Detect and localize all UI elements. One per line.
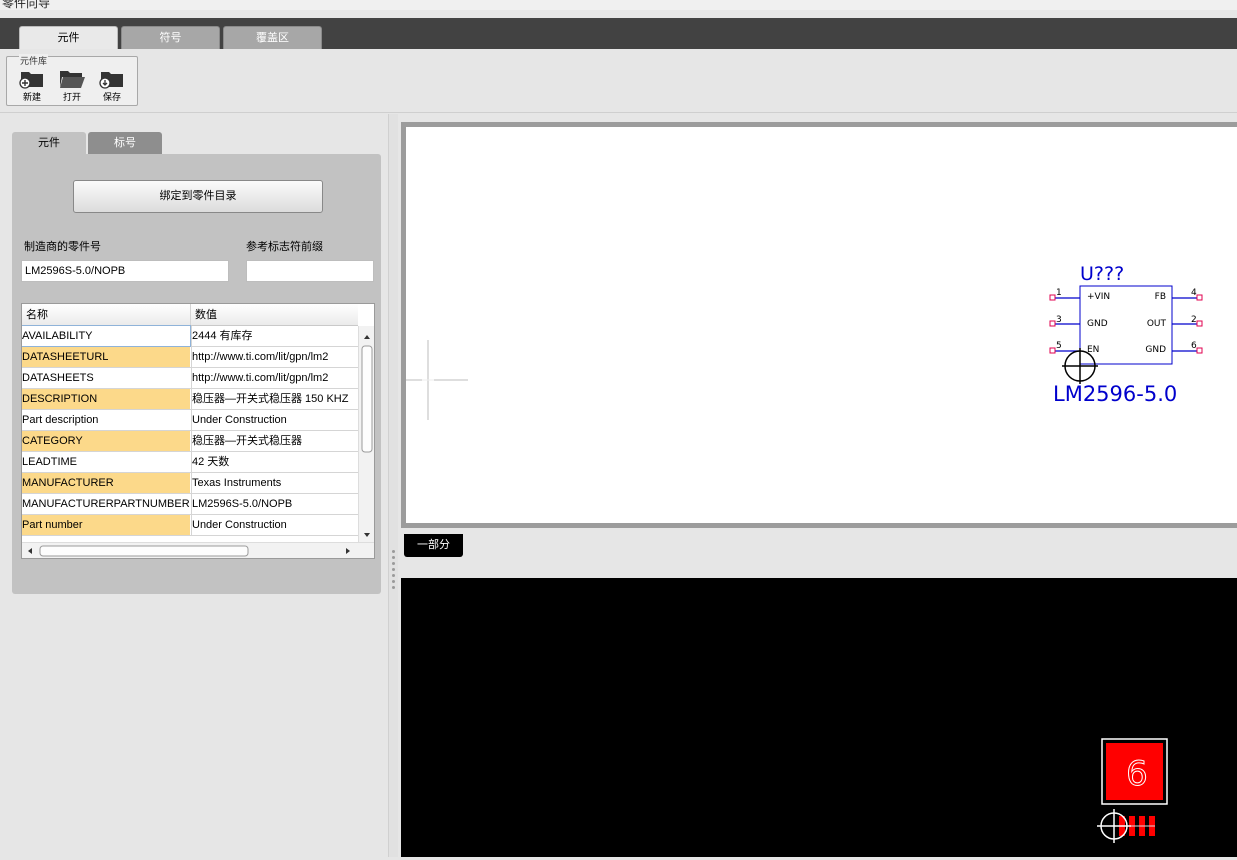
symbol-part-name: LM2596-5.0 xyxy=(1053,382,1177,406)
cell-value[interactable]: http://www.ti.com/lit/gpn/lm2 xyxy=(191,347,358,367)
ribbon-tab-component[interactable]: 元件 xyxy=(19,26,118,49)
open-folder-icon xyxy=(60,71,85,88)
cell-name[interactable]: MANUFACTURERPARTNUMBER xyxy=(22,494,190,514)
cell-value[interactable]: 稳压器—开关式稳压器 150 KHZ xyxy=(191,389,358,409)
pin-number: 6 xyxy=(1191,341,1197,351)
ribbon-body: 元件库 新建 打开 保存 xyxy=(0,49,1237,113)
scroll-up-icon xyxy=(364,335,370,339)
cell-value[interactable]: Texas Instruments xyxy=(191,473,358,493)
cell-name[interactable]: Part description xyxy=(22,410,190,430)
cell-value[interactable]: 42 天数 xyxy=(191,452,358,472)
pin-number: 5 xyxy=(1056,341,1062,351)
window-title: 零件向导 xyxy=(2,0,51,10)
mfr-part-input[interactable]: LM2596S-5.0/NOPB xyxy=(21,260,229,282)
table-row[interactable]: Part description Under Construction xyxy=(22,410,358,431)
cell-name[interactable]: MANUFACTURER xyxy=(22,473,190,493)
cell-name[interactable]: DATASHEETS xyxy=(22,368,190,388)
pin-name: OUT xyxy=(1147,319,1167,329)
scroll-thumb xyxy=(361,345,373,453)
grid-header: 名称 数值 xyxy=(22,304,358,326)
part-tab[interactable]: 一部分 xyxy=(404,534,463,557)
scroll-left-icon xyxy=(28,548,32,554)
save-button-label: 保存 xyxy=(102,92,121,102)
footprint-canvas[interactable]: 6 xyxy=(401,578,1237,857)
bind-to-catalog-button[interactable]: 绑定到零件目录 xyxy=(73,180,323,213)
cell-value[interactable]: 2444 有库存 xyxy=(191,326,358,346)
symbol-canvas[interactable]: U??? 1 3 5 4 2 6 +VIN GND EN FB OUT GND … xyxy=(406,127,1237,523)
table-row[interactable]: DATASHEETS http://www.ti.com/lit/gpn/lm2 xyxy=(22,368,358,389)
cell-name[interactable]: AVAILABILITY xyxy=(22,325,191,347)
pin-marker xyxy=(1049,320,1056,327)
cell-value[interactable]: LM2596S-5.0/NOPB xyxy=(191,494,358,514)
symbol-designator: U??? xyxy=(1080,263,1124,285)
pin-name: +VIN xyxy=(1087,292,1110,302)
pin-marker xyxy=(1196,320,1203,327)
table-row[interactable]: LEADTIME 42 天数 xyxy=(22,452,358,473)
horizontal-scrollbar[interactable] xyxy=(22,542,374,558)
pin-number: 4 xyxy=(1191,288,1197,298)
cell-value[interactable]: Under Construction xyxy=(191,515,358,535)
new-button[interactable]: 新建 xyxy=(15,67,49,103)
panel-tab-designator[interactable]: 标号 xyxy=(88,132,162,154)
save-button[interactable]: 保存 xyxy=(95,67,129,103)
pin-marker xyxy=(1049,347,1056,354)
save-folder-icon xyxy=(99,72,123,89)
ref-prefix-input[interactable] xyxy=(246,260,374,282)
vertical-scrollbar[interactable] xyxy=(358,326,374,542)
column-header-value[interactable]: 数值 xyxy=(191,304,358,326)
pin-number: 1 xyxy=(1056,288,1062,298)
footprint-drawing: 6 xyxy=(1097,738,1168,843)
table-row[interactable]: CATEGORY 稳压器—开关式稳压器 xyxy=(22,431,358,452)
ribbon-tab-symbol[interactable]: 符号 xyxy=(121,26,220,49)
panel-splitter[interactable] xyxy=(388,114,398,857)
new-folder-icon xyxy=(19,72,43,89)
open-button[interactable]: 打开 xyxy=(55,67,89,103)
cell-name[interactable]: LEADTIME xyxy=(22,452,190,472)
pin-marker xyxy=(1049,294,1056,301)
ribbon-tab-bar: 元件 符号 覆盖区 xyxy=(0,18,1237,49)
scroll-thumb-h xyxy=(39,545,249,557)
title-bar: 零件向导 xyxy=(0,0,1237,10)
table-row[interactable]: MANUFACTURERPARTNUMBER LM2596S-5.0/NOPB xyxy=(22,494,358,515)
ref-prefix-label: 参考标志符前缀 xyxy=(246,241,323,253)
scroll-down-icon xyxy=(364,533,370,537)
library-group: 元件库 新建 打开 保存 xyxy=(6,54,138,106)
new-button-label: 新建 xyxy=(22,92,41,102)
table-row[interactable]: DATASHEETURL http://www.ti.com/lit/gpn/lm… xyxy=(22,347,358,368)
table-row[interactable]: Part number Under Construction xyxy=(22,515,358,536)
pin-marker xyxy=(1196,294,1203,301)
pin-name: GND xyxy=(1145,345,1166,355)
pad-label: 6 xyxy=(1126,754,1148,794)
cell-value[interactable]: 稳压器—开关式稳压器 xyxy=(191,431,358,451)
cell-name[interactable]: DATASHEETURL xyxy=(22,347,190,367)
open-button-label: 打开 xyxy=(62,92,81,102)
cell-name[interactable]: DESCRIPTION xyxy=(22,389,190,409)
table-row[interactable]: AVAILABILITY 2444 有库存 xyxy=(22,325,358,347)
footprint-origin-icon xyxy=(1097,809,1131,843)
pin-marker xyxy=(1196,347,1203,354)
symbol-drawing: U??? 1 3 5 4 2 6 +VIN GND EN FB OUT GND … xyxy=(406,263,1203,420)
table-row[interactable]: DESCRIPTION 稳压器—开关式稳压器 150 KHZ xyxy=(22,389,358,410)
cell-value[interactable]: http://www.ti.com/lit/gpn/lm2 xyxy=(191,368,358,388)
cell-name[interactable]: CATEGORY xyxy=(22,431,190,451)
scroll-right-icon xyxy=(346,548,350,554)
ribbon-tab-footprint[interactable]: 覆盖区 xyxy=(223,26,322,49)
pin-name: GND xyxy=(1087,319,1108,329)
table-row[interactable]: MANUFACTURER Texas Instruments xyxy=(22,473,358,494)
library-group-title: 元件库 xyxy=(19,54,49,67)
crosshair-icon xyxy=(406,340,468,420)
pin-number: 2 xyxy=(1191,315,1197,325)
panel-tab-component[interactable]: 元件 xyxy=(12,132,86,154)
mfr-part-label: 制造商的零件号 xyxy=(24,241,101,253)
column-header-name[interactable]: 名称 xyxy=(22,304,191,326)
pin-number: 3 xyxy=(1056,315,1062,325)
cell-value[interactable]: Under Construction xyxy=(191,410,358,430)
property-grid: 名称 数值 AVAILABILITY 2444 有库存 DATASHEETURL ht… xyxy=(21,303,375,559)
pin-name: FB xyxy=(1155,292,1166,302)
cell-name[interactable]: Part number xyxy=(22,515,190,535)
